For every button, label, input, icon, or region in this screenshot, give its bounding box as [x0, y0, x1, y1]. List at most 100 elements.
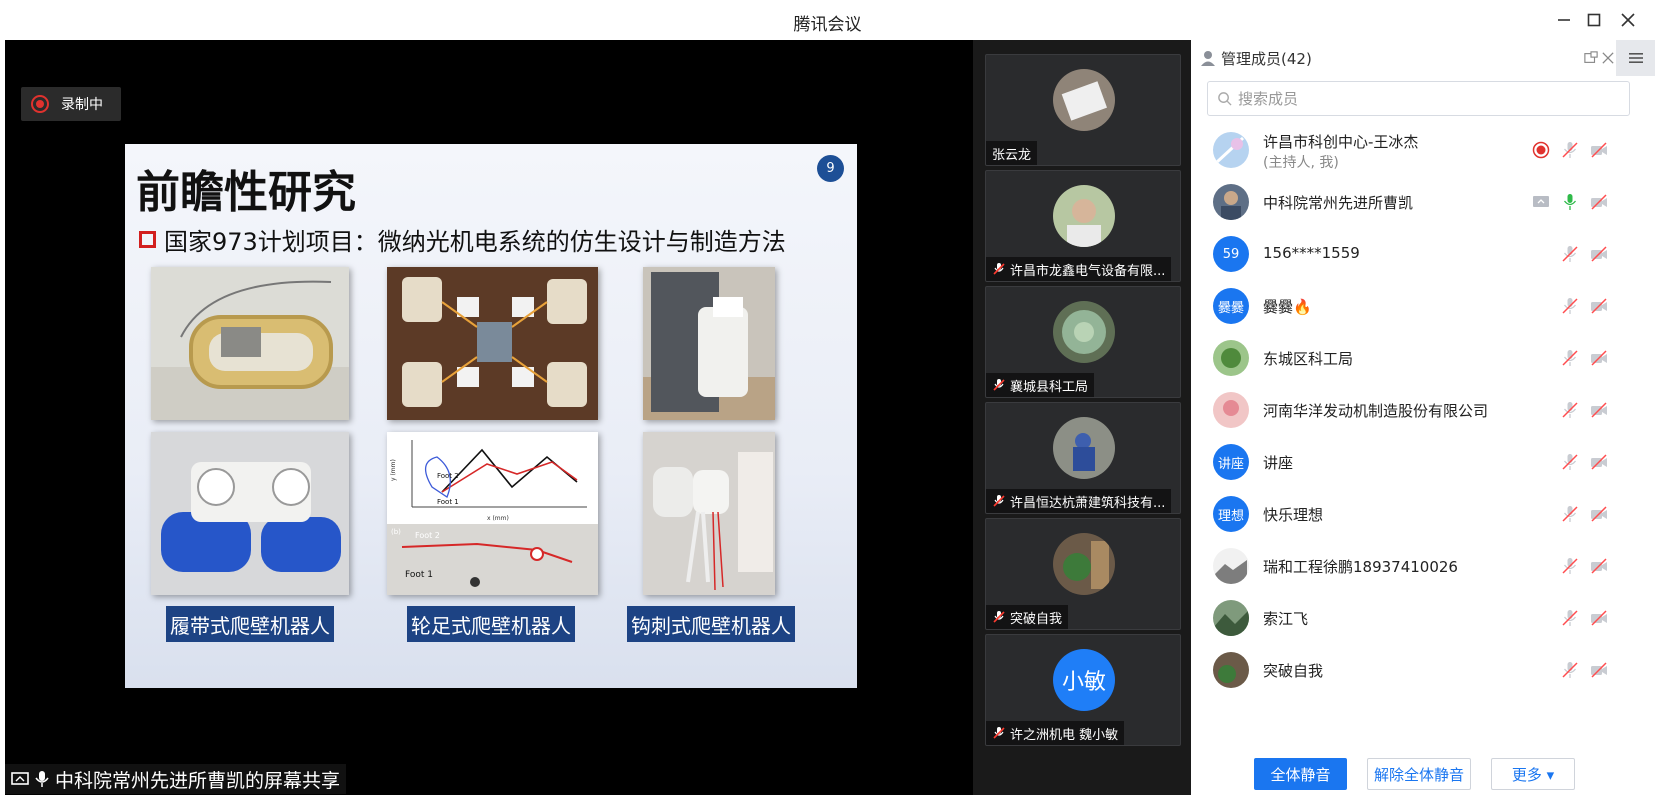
recording-badge[interactable]: 录制中	[21, 87, 121, 121]
member-row[interactable]: 爨爨 爨爨🔥	[1191, 280, 1655, 332]
mic-muted-icon	[993, 727, 1005, 739]
member-mic-toggle[interactable]	[1560, 608, 1580, 628]
member-share-indicator	[1531, 192, 1551, 212]
member-row[interactable]: 河南华洋发动机制造股份有限公司	[1191, 384, 1655, 436]
video-tile-column: 张云龙 许昌市龙鑫电气设备有限... 襄城县科工局 许昌恒达杭萧建筑科技有...	[973, 40, 1191, 795]
member-search[interactable]	[1207, 81, 1630, 116]
member-row[interactable]: 突破自我	[1191, 644, 1655, 696]
member-mic-toggle[interactable]	[1560, 452, 1580, 472]
member-avatar: 理想	[1213, 496, 1249, 532]
caption-hook: 钩刺式爬壁机器人	[627, 606, 795, 642]
member-camera-toggle[interactable]	[1589, 400, 1609, 420]
slide-title: 前瞻性研究	[136, 167, 356, 218]
tile-name: 许昌市龙鑫电气设备有限...	[986, 257, 1172, 281]
maximize-button[interactable]	[1580, 8, 1608, 32]
participant-avatar	[1053, 417, 1115, 479]
camera-off-icon	[1591, 662, 1607, 678]
member-avatar	[1213, 548, 1249, 584]
hook-robot-photo-1	[643, 267, 775, 420]
member-mic-toggle[interactable]	[1560, 348, 1580, 368]
member-avatar	[1213, 600, 1249, 636]
member-mic-toggle[interactable]	[1560, 192, 1580, 212]
member-name: 索江飞	[1263, 610, 1309, 628]
video-tile[interactable]: 许昌市龙鑫电气设备有限...	[985, 170, 1181, 282]
member-row[interactable]: 讲座 讲座	[1191, 436, 1655, 488]
member-row[interactable]: 理想 快乐理想	[1191, 488, 1655, 540]
hook-robot-photo-2	[643, 432, 775, 595]
member-camera-toggle[interactable]	[1589, 140, 1609, 160]
mic-muted-icon	[1562, 246, 1578, 262]
member-name: 中科院常州先进所曹凯	[1263, 194, 1414, 212]
mic-muted-icon	[1562, 402, 1578, 418]
more-button[interactable]: 更多 ▾	[1491, 758, 1575, 790]
member-row[interactable]: 中科院常州先进所曹凯	[1191, 176, 1655, 228]
member-camera-toggle[interactable]	[1589, 504, 1609, 524]
panel-b-label: (b)	[391, 528, 401, 536]
member-mic-toggle[interactable]	[1560, 296, 1580, 316]
bullet-square-icon	[139, 231, 156, 248]
member-avatar	[1213, 340, 1249, 376]
mic-muted-icon	[1562, 298, 1578, 314]
member-row[interactable]: 东城区科工局	[1191, 332, 1655, 384]
member-mic-toggle[interactable]	[1560, 400, 1580, 420]
member-camera-toggle[interactable]	[1589, 660, 1609, 680]
camera-off-icon	[1591, 142, 1607, 158]
member-camera-toggle[interactable]	[1589, 348, 1609, 368]
member-camera-toggle[interactable]	[1589, 608, 1609, 628]
member-camera-toggle[interactable]	[1589, 296, 1609, 316]
panel-footer: 全体静音 解除全体静音 更多 ▾	[1191, 758, 1655, 795]
tile-name: 许之洲机电 魏小敏	[986, 721, 1125, 745]
member-mic-toggle[interactable]	[1560, 244, 1580, 264]
mic-muted-icon	[993, 263, 1005, 275]
member-avatar: 爨爨	[1213, 288, 1249, 324]
member-avatar	[1213, 392, 1249, 428]
member-mic-toggle[interactable]	[1560, 504, 1580, 524]
mic-muted-icon	[1562, 506, 1578, 522]
video-tile[interactable]: 突破自我	[985, 518, 1181, 630]
video-tile[interactable]: 张云龙	[985, 54, 1181, 166]
close-button[interactable]	[1614, 8, 1642, 32]
chart-foot2-label: Foot 2	[437, 472, 459, 480]
slide-subtitle-text: 国家973计划项目：微纳光机电系统的仿生设计与制造方法	[164, 228, 786, 256]
member-mic-toggle[interactable]	[1560, 140, 1580, 160]
minimize-icon	[1558, 19, 1570, 21]
mute-all-button[interactable]: 全体静音	[1254, 758, 1347, 790]
shared-screen-area: 录制中 前瞻性研究 9 国家973计划项目：微纳光机电系统的仿生设计与制造方法	[5, 40, 973, 795]
member-camera-toggle[interactable]	[1589, 556, 1609, 576]
tile-name: 张云龙	[986, 141, 1038, 165]
minimize-button[interactable]	[1550, 8, 1578, 32]
tile-name: 襄城县科工局	[986, 373, 1095, 397]
record-icon	[31, 95, 49, 113]
member-row[interactable]: 许昌市科创中心-王冰杰 (主持人, 我)	[1191, 124, 1655, 176]
unmute-all-button[interactable]: 解除全体静音	[1367, 758, 1471, 790]
member-search-input[interactable]	[1238, 89, 1598, 108]
panel-menu-button[interactable]	[1616, 40, 1655, 76]
member-name: 156****1559	[1263, 244, 1360, 262]
mic-muted-icon	[1562, 610, 1578, 626]
screen-share-icon	[11, 772, 29, 785]
photo-foot2-label: Foot 2	[415, 531, 440, 540]
member-camera-toggle[interactable]	[1589, 452, 1609, 472]
member-row[interactable]: 索江飞	[1191, 592, 1655, 644]
maximize-icon	[1587, 13, 1601, 27]
member-camera-toggle[interactable]	[1589, 244, 1609, 264]
video-tile[interactable]: 许昌恒达杭萧建筑科技有...	[985, 402, 1181, 514]
tile-name: 突破自我	[986, 605, 1069, 629]
video-tile[interactable]: 小敏 许之洲机电 魏小敏	[985, 634, 1181, 746]
chart-yaxis-label: y (mm)	[390, 459, 397, 481]
member-row[interactable]: 59 156****1559	[1191, 228, 1655, 280]
member-mic-toggle[interactable]	[1560, 660, 1580, 680]
close-panel-button[interactable]	[1598, 48, 1618, 68]
close-icon	[1621, 13, 1635, 27]
crawler-robot-photo	[151, 267, 349, 420]
member-camera-toggle[interactable]	[1589, 192, 1609, 212]
member-mic-toggle[interactable]	[1560, 556, 1580, 576]
participant-avatar	[1053, 301, 1115, 363]
member-row[interactable]: 瑞和工程徐鹏18937410026	[1191, 540, 1655, 592]
member-name: 讲座	[1263, 454, 1294, 472]
member-role: (主持人, 我)	[1263, 155, 1339, 171]
participant-avatar	[1053, 533, 1115, 595]
camera-off-icon	[1591, 194, 1607, 210]
mic-muted-icon	[1562, 350, 1578, 366]
video-tile[interactable]: 襄城县科工局	[985, 286, 1181, 398]
